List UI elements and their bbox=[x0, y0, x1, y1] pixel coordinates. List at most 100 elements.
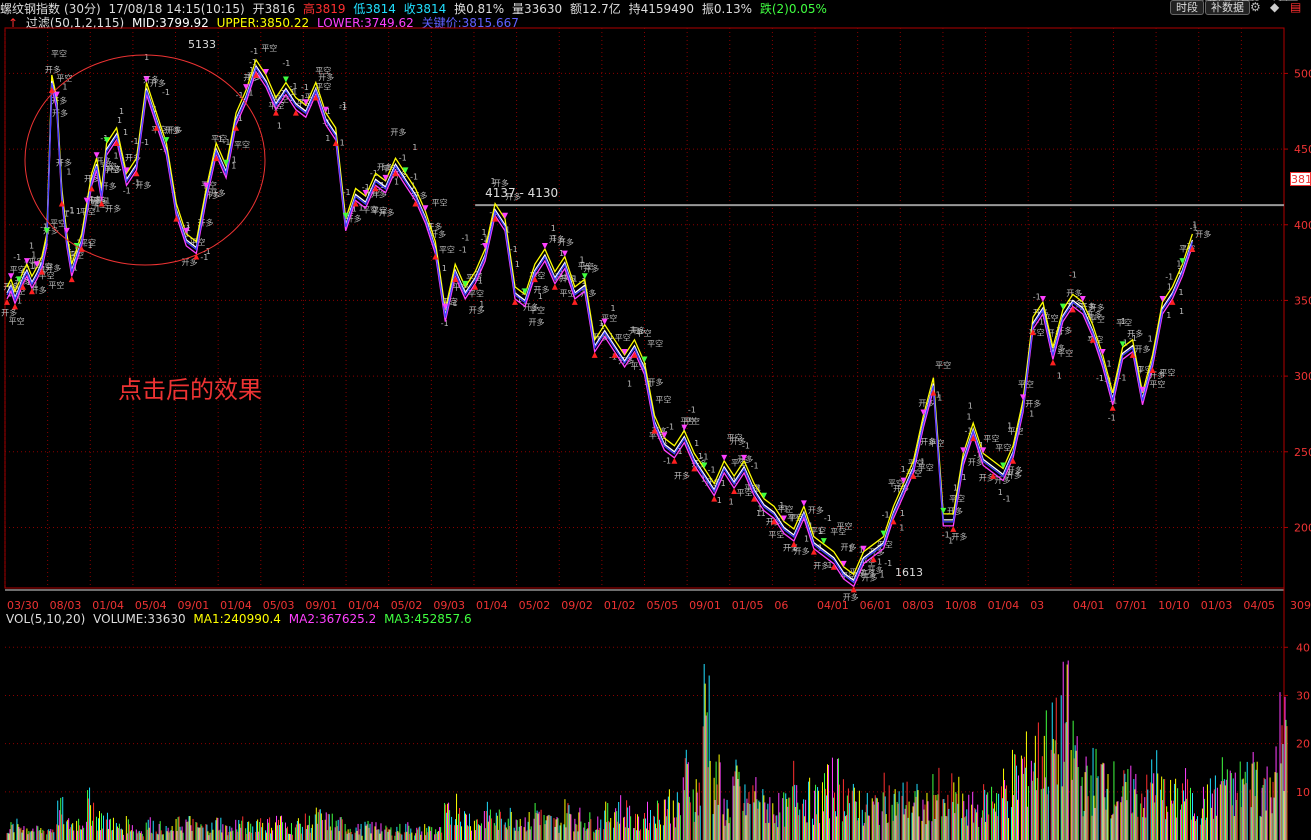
ma2-label: MA2:367625.2 bbox=[288, 612, 377, 626]
vol-indicator-label: VOL(5,10,20) bbox=[6, 612, 86, 626]
signal-marker: 开多 bbox=[843, 592, 859, 602]
y-tick-label: 350 bbox=[1294, 294, 1311, 307]
y-tick-label: 400 bbox=[1294, 219, 1311, 232]
buy-signal-marker bbox=[950, 525, 957, 532]
x-tick-label: 07/01 bbox=[1115, 599, 1147, 612]
reference-line-label: 4137 - 4130 bbox=[485, 186, 558, 200]
signal-marker: 1 bbox=[538, 292, 543, 301]
signal-marker: 1 bbox=[848, 544, 853, 553]
signal-marker: 1 bbox=[491, 177, 496, 186]
signal-marker: 1 bbox=[1179, 288, 1184, 297]
x-tick-label: 10/08 bbox=[945, 599, 977, 612]
signal-marker: -1 bbox=[701, 452, 709, 461]
buy-signal-marker bbox=[591, 351, 598, 358]
signal-marker: -1 bbox=[282, 59, 290, 68]
sell-signal-marker bbox=[940, 507, 947, 514]
signal-marker: 平空 bbox=[837, 521, 853, 531]
signal-marker: 1 bbox=[277, 121, 282, 130]
peak-label: 5133 bbox=[188, 38, 216, 51]
buy-signal-marker bbox=[551, 283, 558, 290]
signal-marker: 平空 bbox=[1116, 318, 1132, 328]
signal-marker: 开多 bbox=[505, 191, 521, 201]
signal-marker: -1 bbox=[250, 47, 258, 56]
signal-marker: 1 bbox=[1166, 311, 1171, 320]
signal-marker: 开多 bbox=[674, 470, 690, 480]
signal-marker: 1 bbox=[442, 264, 447, 273]
x-tick-label: 03 bbox=[1030, 599, 1044, 612]
signal-marker: 1 bbox=[76, 207, 81, 216]
y-tick-label: 300 bbox=[1294, 370, 1311, 383]
signal-marker: 1 bbox=[325, 134, 330, 143]
signal-marker: 开多 bbox=[951, 532, 967, 542]
signal-marker: 1 bbox=[804, 535, 809, 544]
signal-marker: 1 bbox=[1106, 360, 1111, 369]
x-tick-label: 06/01 bbox=[860, 599, 892, 612]
signal-marker: -1 bbox=[884, 559, 892, 568]
vol-value-label: VOLUME:33630 bbox=[93, 612, 186, 626]
signal-marker: 1 bbox=[117, 116, 122, 125]
x-tick-label: 01/05 bbox=[732, 599, 764, 612]
signal-marker: -1 bbox=[1069, 271, 1077, 280]
x-tick-label: 09/01 bbox=[178, 599, 210, 612]
signal-marker: 平空 bbox=[727, 433, 743, 443]
signal-marker: 1 bbox=[1207, 0, 1212, 2]
signal-marker: 开多 bbox=[150, 78, 166, 88]
signal-marker: 1 bbox=[1057, 372, 1062, 381]
ma1-label: MA1:240990.4 bbox=[193, 612, 281, 626]
signal-marker: 开多 bbox=[1025, 398, 1041, 408]
sell-signal-marker bbox=[7, 273, 14, 280]
x-tick-label: 01/04 bbox=[988, 599, 1020, 612]
signal-marker: 1 bbox=[119, 107, 124, 116]
x-tick-label: 05/05 bbox=[647, 599, 679, 612]
x-tick-label: 01/04 bbox=[348, 599, 380, 612]
x-tick-label: 08/03 bbox=[50, 599, 82, 612]
signal-marker: 平空 bbox=[647, 339, 663, 349]
x-tick-label: 01/04 bbox=[220, 599, 252, 612]
signal-marker: -1 bbox=[85, 241, 93, 250]
signal-marker: 平空 bbox=[234, 139, 250, 149]
signal-marker: 1 bbox=[394, 178, 399, 187]
signal-marker: 开多 bbox=[135, 180, 151, 190]
signal-marker: 平空 bbox=[315, 66, 331, 76]
signal-marker: -1 bbox=[510, 245, 518, 254]
signal-marker: 1 bbox=[1192, 221, 1197, 230]
signal-marker: 开多 bbox=[1135, 344, 1151, 354]
signal-marker: 开多 bbox=[1127, 329, 1143, 339]
signal-marker: 开多 bbox=[45, 263, 61, 273]
sell-signal-marker bbox=[721, 454, 728, 461]
x-tick-label: 06 bbox=[774, 599, 788, 612]
x-tick-label: 08/03 bbox=[902, 599, 934, 612]
upper-band-line bbox=[6, 58, 1194, 576]
signal-marker: -1 bbox=[131, 137, 139, 146]
signal-marker: -1 bbox=[688, 405, 696, 414]
signal-marker: 1 bbox=[479, 300, 484, 309]
x-tick-label: 03/30 bbox=[7, 599, 39, 612]
buy-signal-marker bbox=[850, 586, 857, 593]
current-price-tag: 3814 bbox=[1290, 172, 1311, 186]
x-tick-label: 09/01 bbox=[689, 599, 721, 612]
signal-marker: 开多 bbox=[558, 237, 574, 247]
y-tick-label: 450 bbox=[1294, 143, 1311, 156]
signal-marker: 1 bbox=[611, 304, 616, 313]
signal-marker: 1 bbox=[1029, 409, 1034, 418]
signal-marker: 开多 bbox=[630, 326, 646, 336]
signal-marker: 平空 bbox=[432, 197, 448, 207]
signal-marker: 开多 bbox=[1066, 288, 1082, 298]
signal-marker: -1 bbox=[343, 188, 351, 197]
kline-chart[interactable]: 03/30 08/03 01/04 05/04 09/01 01/04 05/03 09/01… bbox=[0, 0, 1311, 840]
signal-marker: 开多 bbox=[860, 568, 876, 578]
signal-marker: 1 bbox=[31, 251, 36, 260]
signal-marker-cluster: 1开多开多平空-111平空平空开多111-111平空11开多-1平空-11平空平… bbox=[1, 0, 1298, 602]
signal-marker: 平空 bbox=[983, 433, 999, 443]
signal-marker: 开多 bbox=[379, 208, 395, 218]
signal-marker: 开多 bbox=[52, 108, 68, 118]
signal-marker: 1 bbox=[818, 526, 823, 535]
signal-marker: -1 bbox=[301, 83, 309, 92]
y-tick-label: 200 bbox=[1294, 521, 1311, 534]
signal-marker: 开多 bbox=[794, 546, 810, 556]
signal-marker: 1 bbox=[968, 402, 973, 411]
signal-marker: 1 bbox=[551, 224, 556, 233]
signal-marker: 1 bbox=[694, 439, 699, 448]
vol-y-tick-label: 10 bbox=[1296, 786, 1310, 799]
signal-marker: 平空 bbox=[1149, 379, 1165, 389]
